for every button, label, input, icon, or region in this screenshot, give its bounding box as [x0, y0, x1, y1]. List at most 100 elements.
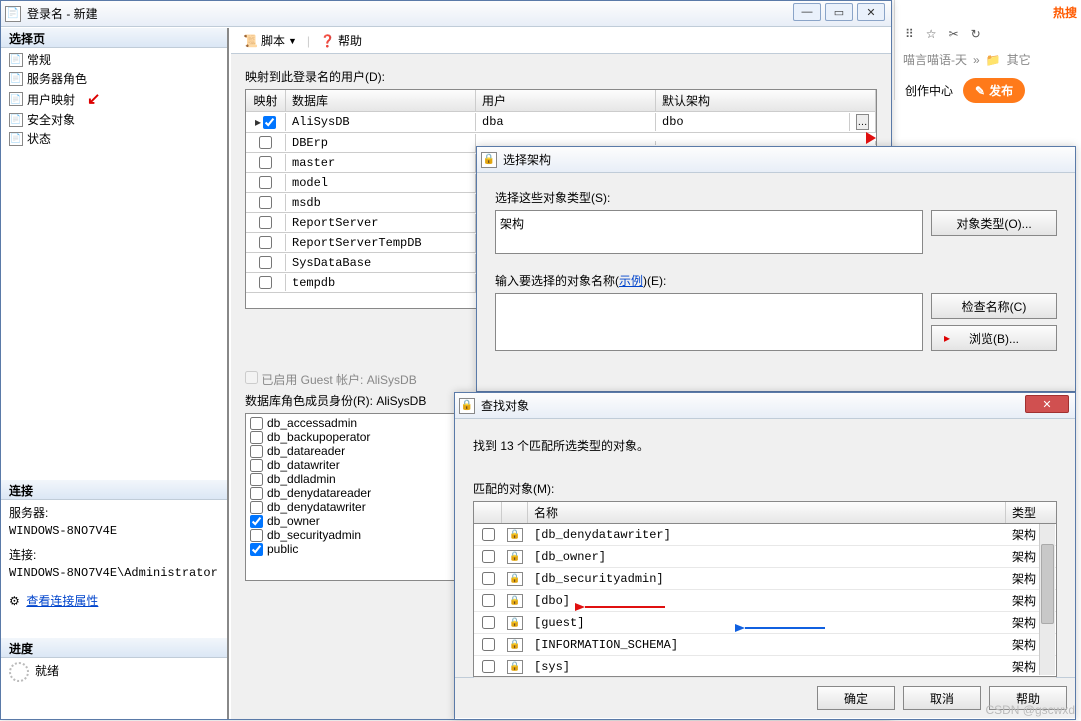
scrollbar[interactable]: [1039, 524, 1055, 675]
script-button[interactable]: 📜脚本▼: [237, 31, 303, 50]
map-checkbox[interactable]: [259, 156, 272, 169]
nav-item[interactable]: 📄服务器角色: [5, 69, 223, 88]
create-center[interactable]: 创作中心: [905, 82, 953, 99]
obj-checkbox[interactable]: [482, 528, 495, 541]
obj-checkbox[interactable]: [482, 638, 495, 651]
object-row[interactable]: 🔒[db_owner]架构: [474, 546, 1056, 568]
window-icon: 📄: [5, 6, 21, 22]
help-button[interactable]: ❓帮助: [314, 31, 368, 50]
nav-item[interactable]: 📄用户映射↙: [5, 88, 223, 110]
apps-icon[interactable]: ⠿: [905, 27, 914, 41]
role-checkbox[interactable]: [250, 417, 263, 430]
names-input[interactable]: [495, 293, 923, 351]
ellipsis-button[interactable]: …: [856, 114, 869, 130]
obj-checkbox[interactable]: [482, 660, 495, 673]
obj-checkbox[interactable]: [482, 616, 495, 629]
role-checkbox[interactable]: [250, 543, 263, 556]
publish-button[interactable]: ✎发布: [963, 78, 1025, 103]
object-types-button[interactable]: 对象类型(O)...: [931, 210, 1057, 236]
obj-checkbox[interactable]: [482, 550, 495, 563]
scroll-thumb[interactable]: [1041, 544, 1054, 624]
example-link[interactable]: 示例: [619, 274, 643, 288]
object-row[interactable]: 🔒[sys]架构: [474, 656, 1056, 678]
refresh-icon[interactable]: ↻: [971, 27, 981, 41]
view-connection-link[interactable]: 查看连接属性: [26, 594, 98, 608]
find-titlebar[interactable]: 🔒 查找对象 ✕: [455, 393, 1075, 419]
map-checkbox[interactable]: [259, 176, 272, 189]
page-icon: 📄: [9, 113, 23, 127]
map-checkbox[interactable]: [259, 196, 272, 209]
obj-name: [db_denydatawriter]: [528, 526, 1006, 544]
db-name: ReportServerTempDB: [286, 234, 476, 252]
schema-title: 选择架构: [503, 151, 1071, 168]
db-name: master: [286, 154, 476, 172]
role-checkbox[interactable]: [250, 515, 263, 528]
schema-icon: 🔒: [507, 528, 523, 542]
browse-button[interactable]: ▸浏览(B)...: [931, 325, 1057, 351]
hdr-name: 名称: [528, 502, 1006, 523]
nav-item[interactable]: 📄安全对象: [5, 110, 223, 129]
object-row[interactable]: 🔒[db_securityadmin]架构: [474, 568, 1056, 590]
role-checkbox[interactable]: [250, 459, 263, 472]
find-icon: 🔒: [459, 398, 475, 414]
enter-names-label: 输入要选择的对象名称(示例)(E):: [495, 272, 1057, 289]
hot-search: 热搜: [899, 4, 1077, 21]
nav-item[interactable]: 📄状态: [5, 129, 223, 148]
close-button[interactable]: ✕: [857, 3, 885, 21]
map-checkbox[interactable]: [259, 276, 272, 289]
objects-grid[interactable]: 名称 类型 🔒[db_denydatawriter]架构🔒[db_owner]架…: [473, 501, 1057, 677]
role-checkbox[interactable]: [250, 473, 263, 486]
role-checkbox[interactable]: [250, 445, 263, 458]
server-value: WINDOWS-8NO7V4E: [9, 522, 219, 540]
page-icon: 📄: [9, 92, 23, 106]
minimize-button[interactable]: —: [793, 3, 821, 21]
map-checkbox[interactable]: [259, 216, 272, 229]
folder-icon: 📁: [986, 53, 1001, 67]
chevron-icon: »: [973, 53, 980, 67]
conn-label: 连接:: [9, 546, 219, 564]
nav-label: 常规: [27, 51, 51, 68]
object-row[interactable]: 🔒[db_denydatawriter]架构: [474, 524, 1056, 546]
map-checkbox[interactable]: [259, 136, 272, 149]
db-name: SysDataBase: [286, 254, 476, 272]
ok-button[interactable]: 确定: [817, 686, 895, 710]
red-pointer-icon: ↙: [87, 89, 100, 109]
object-row[interactable]: 🔒[INFORMATION_SCHEMA]架构: [474, 634, 1056, 656]
obj-name: [sys]: [528, 658, 1006, 676]
page-icon: 📄: [9, 53, 23, 67]
schema-icon: 🔒: [507, 638, 523, 652]
check-names-button[interactable]: 检查名称(C): [931, 293, 1057, 319]
map-checkbox[interactable]: [259, 236, 272, 249]
hdr-map: 映射: [246, 90, 286, 111]
map-checkbox[interactable]: [263, 116, 276, 129]
cut-icon[interactable]: ✂: [949, 27, 959, 41]
titlebar[interactable]: 📄 登录名 - 新建 — ▭ ✕: [1, 1, 891, 27]
schema-titlebar[interactable]: 🔒 选择架构: [477, 147, 1075, 173]
nav-item[interactable]: 📄 常规: [5, 50, 223, 69]
role-checkbox[interactable]: [250, 431, 263, 444]
object-row[interactable]: 🔒[guest]架构: [474, 612, 1056, 634]
role-checkbox[interactable]: [250, 501, 263, 514]
cancel-button[interactable]: 取消: [903, 686, 981, 710]
obj-checkbox[interactable]: [482, 594, 495, 607]
schema-icon: 🔒: [481, 152, 497, 168]
role-checkbox[interactable]: [250, 487, 263, 500]
schema-icon: 🔒: [507, 572, 523, 586]
find-close-button[interactable]: ✕: [1025, 395, 1069, 413]
map-checkbox[interactable]: [259, 256, 272, 269]
star-icon[interactable]: ☆: [926, 27, 937, 41]
spinner-icon: [9, 662, 29, 682]
role-name: db_owner: [267, 514, 320, 528]
mapping-label: 映射到此登录名的用户(D):: [245, 68, 877, 85]
hdr-schema: 默认架构: [656, 90, 876, 111]
obj-checkbox[interactable]: [482, 572, 495, 585]
server-label: 服务器:: [9, 504, 219, 522]
schema-icon: 🔒: [507, 616, 523, 630]
db-row[interactable]: ▸AliSysDBdbadbo…: [246, 112, 876, 133]
watermark: CSDN @gscwxd: [985, 703, 1075, 717]
object-row[interactable]: 🔒[dbo]架构: [474, 590, 1056, 612]
hdr-db: 数据库: [286, 90, 476, 111]
maximize-button[interactable]: ▭: [825, 3, 853, 21]
role-checkbox[interactable]: [250, 529, 263, 542]
found-label: 找到 13 个匹配所选类型的对象。: [473, 437, 1057, 454]
